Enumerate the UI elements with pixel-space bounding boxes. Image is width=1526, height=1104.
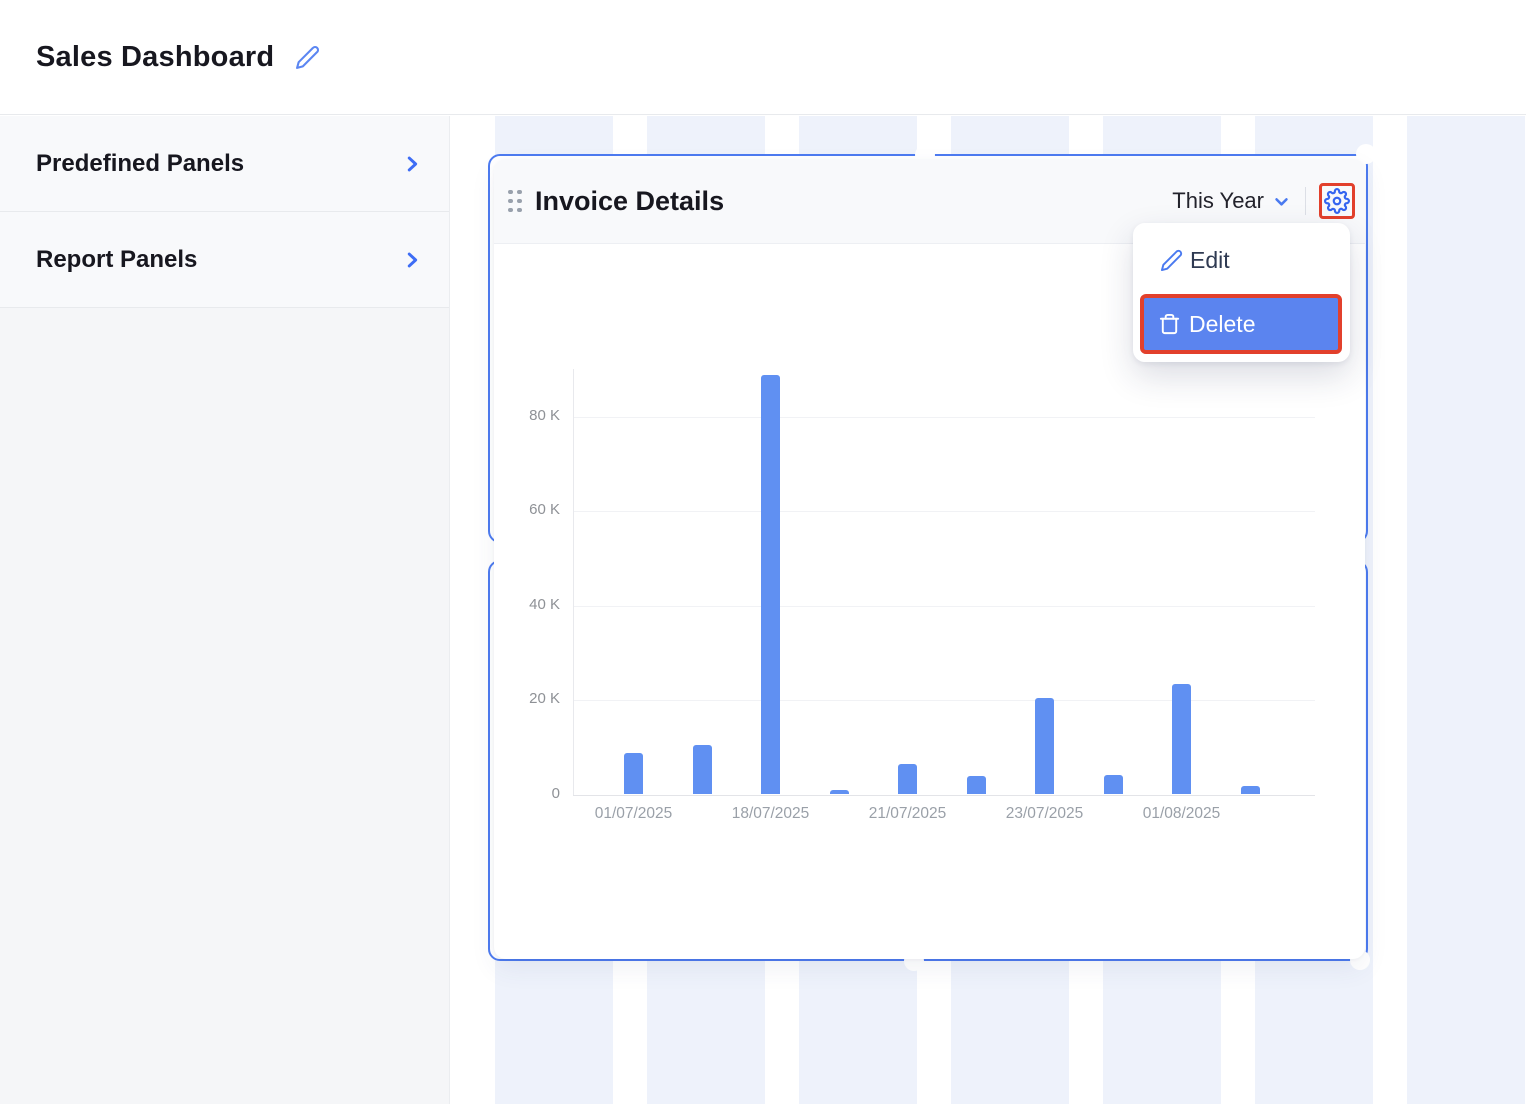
annotation-highlight-gear [1319,183,1355,219]
chevron-down-icon [1273,193,1290,210]
edit-menu-item-label: Edit [1190,247,1230,274]
gridline [573,700,1315,701]
gridline [573,795,1315,796]
edit-menu-item[interactable]: Edit [1133,233,1350,287]
x-axis-tick-label: 23/07/2025 [975,805,1115,823]
y-axis-line [573,369,574,795]
header-divider [1305,187,1306,215]
sidebar-item-label: Report Panels [36,246,197,274]
dashboard-canvas: Invoice Details This Year [450,116,1526,1104]
gridline [573,417,1315,418]
chevron-right-icon [401,153,423,175]
bar [1035,698,1054,794]
top-header-band: Sales Dashboard [0,0,1526,115]
page-title: Sales Dashboard [36,41,274,74]
y-axis-tick-label: 60 K [500,501,560,518]
gear-icon [1324,188,1350,214]
settings-dropdown-menu: Edit Delete [1133,223,1350,362]
bar [1241,786,1260,795]
y-axis-tick-label: 80 K [500,407,560,424]
pencil-icon [1160,249,1183,272]
x-axis-tick-label: 01/08/2025 [1112,805,1252,823]
bar [693,745,712,795]
edit-pencil-icon [295,45,320,70]
panel-header-controls: This Year [1172,183,1355,219]
delete-menu-item-label: Delete [1189,311,1255,338]
sidebar-item-report-panels[interactable]: Report Panels [0,212,449,308]
chevron-right-icon [401,249,423,271]
y-axis-tick-label: 40 K [500,596,560,613]
panel-title: Invoice Details [535,186,724,217]
x-axis-tick-label: 18/07/2025 [701,805,841,823]
sidebar-item-label: Predefined Panels [36,150,244,178]
rename-dashboard-button[interactable] [294,44,320,70]
gridline [573,511,1315,512]
y-axis-tick-label: 0 [500,785,560,802]
bar [1104,775,1123,794]
period-selector-value: This Year [1172,188,1264,214]
trash-icon [1158,313,1181,336]
sidebar: Predefined Panels Report Panels [0,116,450,1104]
bar [967,776,986,795]
delete-menu-item[interactable]: Delete [1140,294,1342,354]
y-axis-tick-label: 20 K [500,690,560,707]
x-axis-tick-label: 01/07/2025 [564,805,704,823]
drag-handle-icon[interactable] [508,190,522,213]
bar [761,375,780,795]
period-selector[interactable]: This Year [1172,188,1290,214]
bar [898,764,917,795]
bar [1172,684,1191,795]
sidebar-item-predefined-panels[interactable]: Predefined Panels [0,116,449,212]
gridline [573,606,1315,607]
bar [624,753,643,795]
bar [830,790,849,795]
panel-settings-button[interactable] [1324,188,1351,215]
x-axis-tick-label: 21/07/2025 [838,805,978,823]
